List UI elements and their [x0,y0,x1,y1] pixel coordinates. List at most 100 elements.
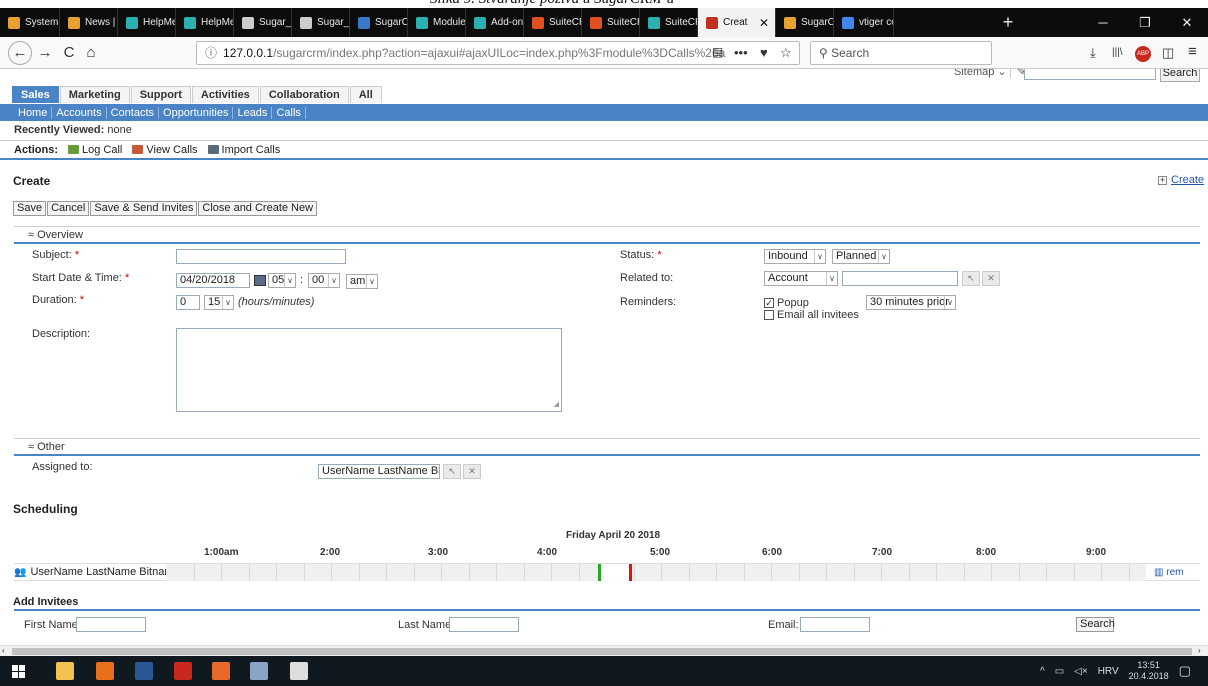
clear-icon[interactable]: ✕ [982,271,1000,286]
other-section-header[interactable]: ≈ Other [14,438,1200,456]
browser-tab[interactable]: HelpMe [118,8,176,37]
save-send-invites-button[interactable]: Save & Send Invites [90,201,198,216]
browser-tab[interactable]: Sugar_A [292,8,350,37]
taskbar-word-icon[interactable] [135,662,153,680]
create-link[interactable]: + Create [1158,174,1204,186]
browser-tab[interactable]: SugarCR [350,8,408,37]
start-hour-select[interactable]: 05 ∨ [268,273,296,288]
scrollbar-thumb[interactable] [12,648,1192,655]
taskbar-acrobat-icon[interactable] [174,662,192,680]
new-tab-button[interactable]: + [994,8,1022,37]
browser-tab[interactable]: Add-ons [466,8,524,37]
remove-invitee-link[interactable]: ▥ rem [1154,567,1183,578]
back-button[interactable]: ← [8,41,32,65]
import-calls-action[interactable]: Import Calls [207,144,280,156]
log-call-action[interactable]: Log Call [68,144,122,156]
info-icon[interactable]: ⓘ [205,46,217,60]
scroll-right-icon[interactable]: › [1198,646,1201,655]
browser-tab[interactable]: Module [408,8,466,37]
subnav-home[interactable]: Home [14,106,53,119]
volume-icon[interactable]: ◁× [1074,666,1088,677]
horizontal-scrollbar[interactable]: ‹ › [0,645,1208,656]
browser-tab[interactable]: SugarCR [776,8,834,37]
start-minute-select[interactable]: 00 ∨ [308,273,340,288]
browser-tab[interactable]: SuiteCRI [640,8,698,37]
start-ampm-select[interactable]: am ∨ [346,274,378,289]
subject-input[interactable] [176,249,346,264]
restore-button[interactable]: ❐ [1124,8,1166,37]
first-name-input[interactable] [76,617,146,632]
email-input[interactable] [800,617,870,632]
resize-handle-icon[interactable]: ◢ [554,398,559,411]
notifications-icon[interactable]: ▢ [1179,663,1191,679]
save-button[interactable]: Save [13,201,47,216]
scroll-left-icon[interactable]: ‹ [2,646,5,655]
chevron-up-icon[interactable]: ^ [1040,666,1045,677]
taskbar-app-icon[interactable] [250,662,268,680]
tab-marketing[interactable]: Marketing [59,86,130,103]
overview-section-header[interactable]: ≈ Overview [14,226,1200,244]
select-arrow-icon[interactable]: ↖ [962,271,980,286]
address-bar[interactable]: ⓘ 127.0.0.1/sugarcrm/index.php?action=aja… [196,41,800,65]
select-user-icon[interactable]: ↖ [443,464,461,479]
subnav-accounts[interactable]: Accounts [52,106,107,119]
calendar-icon[interactable] [254,275,266,286]
close-tab-icon[interactable]: ✕ [759,16,769,30]
adblock-icon[interactable]: ABP [1135,46,1151,62]
email-all-checkbox[interactable] [764,310,774,320]
taskbar-photos-icon[interactable] [290,662,308,680]
menu-icon[interactable]: ≡ [1188,43,1197,60]
home-button[interactable]: ⌂ [80,43,102,63]
library-icon[interactable]: |||\ [1112,47,1123,58]
tab-support[interactable]: Support [130,86,191,103]
page-actions-icon[interactable]: ••• [734,45,748,60]
forward-button[interactable]: → [34,43,56,63]
sidebar-icon[interactable]: ◫ [1162,45,1174,61]
related-type-select[interactable]: Account ∨ [764,271,838,286]
close-create-new-button[interactable]: Close and Create New [198,201,318,216]
download-icon[interactable]: ⤓ [1090,45,1096,61]
description-textarea[interactable]: ◢ [176,328,562,412]
meeting-end-marker[interactable] [629,564,632,581]
battery-icon[interactable]: ▭ [1055,666,1064,677]
browser-tab[interactable]: SuiteCRI [582,8,640,37]
assigned-input[interactable]: UserName LastName Bitnar [318,464,440,479]
clear-user-icon[interactable]: ✕ [463,464,481,479]
pocket-icon[interactable]: ♥ [760,45,768,60]
subnav-calls[interactable]: Calls [272,106,306,119]
window-close-button[interactable]: ✕ [1166,8,1208,37]
popup-checkbox[interactable]: ✓ [764,298,774,308]
duration-hours-input[interactable]: 0 [176,295,200,310]
global-search-button[interactable]: Search [1160,69,1200,82]
minimize-button[interactable]: ─ [1082,8,1124,37]
subnav-opportunities[interactable]: Opportunities [159,106,234,119]
taskbar-explorer-icon[interactable] [56,662,74,680]
browser-tab[interactable]: HelpMe [176,8,234,37]
tab-all[interactable]: All [349,86,382,103]
sitemap-link[interactable]: Sitemap ⌄ ✎ [954,69,1026,78]
tab-collaboration[interactable]: Collaboration [259,86,349,103]
invitee-search-button[interactable]: Search [1076,617,1115,632]
status-select[interactable]: Planned ∨ [832,249,890,264]
duration-minutes-select[interactable]: 15 ∨ [204,295,234,310]
browser-tab[interactable]: Sugar_A [234,8,292,37]
start-date-input[interactable]: 04/20/2018 [176,273,250,288]
browser-tab[interactable]: System [0,8,60,37]
tab-sales[interactable]: Sales [12,86,59,103]
view-calls-action[interactable]: View Calls [132,144,198,156]
browser-search-box[interactable]: ⚲ Search [810,41,992,65]
browser-tab[interactable]: SuiteCRI [524,8,582,37]
subnav-contacts[interactable]: Contacts [107,106,160,119]
meeting-start-marker[interactable] [598,564,601,581]
cancel-button[interactable]: Cancel [47,201,90,216]
windows-start-icon[interactable] [12,665,25,678]
browser-tab[interactable]: Creat ✕ [698,8,776,37]
taskbar-firefox-icon[interactable] [96,662,114,680]
bookmark-star-icon[interactable]: ☆ [780,45,792,61]
taskbar-xampp-icon[interactable] [212,662,230,680]
browser-tab[interactable]: vtiger co [834,8,894,37]
clock[interactable]: 13:51 20.4.2018 [1129,660,1169,682]
last-name-input[interactable] [449,617,519,632]
tab-activities[interactable]: Activities [191,86,259,103]
status-direction-select[interactable]: Inbound ∨ [764,249,826,264]
